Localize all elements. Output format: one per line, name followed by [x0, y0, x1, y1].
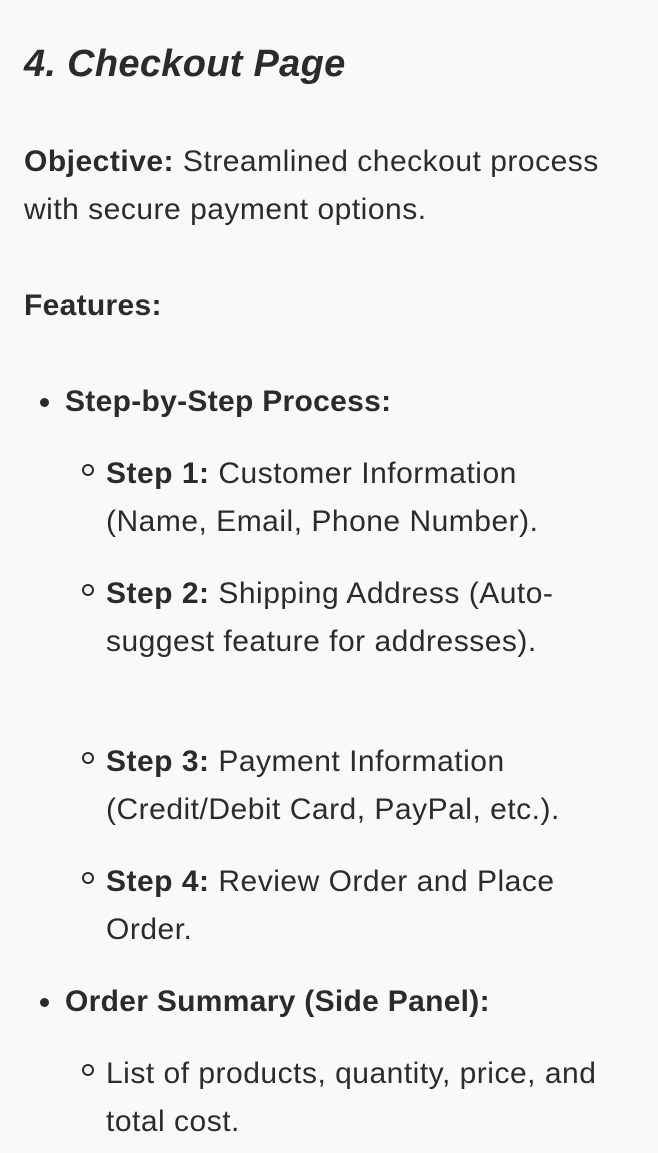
sub-item-label: Step 2: [106, 577, 210, 610]
bullet-dot-icon [40, 998, 49, 1007]
bullet-dot-icon [40, 398, 49, 407]
features-label: Features: [24, 289, 162, 322]
bullet-circle-icon [82, 1064, 94, 1076]
bullet-circle-icon [82, 872, 94, 884]
sub-item-body: List of products, quantity, price, and t… [106, 1057, 597, 1138]
bullet-circle-icon [82, 464, 94, 476]
sub-item-text: Step 4: Review Order and Place Order. [106, 858, 602, 954]
sub-item-label: Step 4: [106, 865, 210, 898]
feature-label: Step-by-Step Process: [65, 385, 392, 418]
sub-item-text: Step 3: Payment Information (Credit/Debi… [106, 738, 602, 834]
sub-item-text: Step 1: Customer Information (Name, Emai… [106, 450, 602, 546]
bullet-circle-icon [82, 584, 94, 596]
feature-label: Order Summary (Side Panel): [65, 985, 490, 1018]
sub-item-label: Step 1: [106, 457, 210, 490]
section-heading: 4. Checkout Page [24, 43, 346, 85]
objective-label: Objective: [24, 145, 175, 178]
bullet-circle-icon [82, 752, 94, 764]
sub-item-label: Step 3: [106, 745, 210, 778]
objective-paragraph: Objective: Streamlined checkout process … [24, 138, 624, 234]
sub-item-text: List of products, quantity, price, and t… [106, 1050, 602, 1146]
document-page: 4. Checkout Page Objective: Streamlined … [0, 0, 658, 1153]
sub-item-text: Step 2: Shipping Address (Auto-suggest f… [106, 570, 602, 666]
